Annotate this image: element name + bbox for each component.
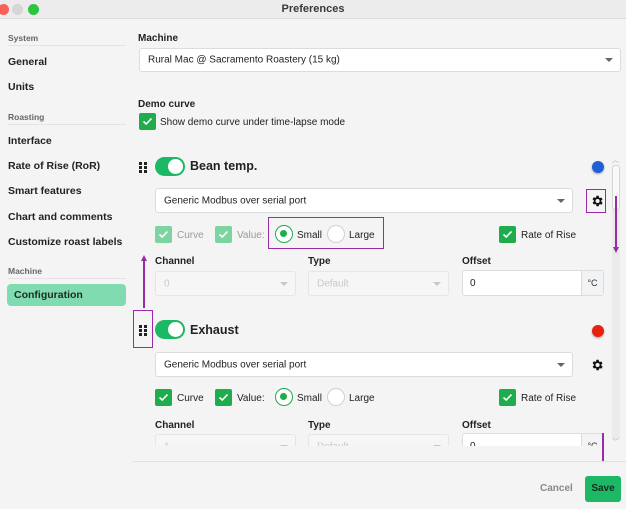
- curve-label: Curve: [177, 230, 204, 241]
- exhaust-size-large-radio[interactable]: [327, 388, 345, 406]
- bean-temp-value-checkbox[interactable]: [215, 226, 232, 243]
- bean-temp-toggle[interactable]: [155, 157, 185, 176]
- value-label: Value:: [237, 230, 265, 241]
- annotation-arrowhead: [613, 247, 619, 253]
- type-label: Type: [308, 256, 331, 267]
- channel-label: Channel: [155, 256, 195, 267]
- chevron-down-icon: [605, 58, 613, 62]
- source-select-value: Generic Modbus over serial port: [164, 359, 307, 370]
- bean-temp-type-select[interactable]: Default: [308, 271, 449, 296]
- exhaust-value-checkbox[interactable]: [215, 389, 232, 406]
- sidebar: System General Units Roasting Interface …: [0, 20, 133, 509]
- machine-select-value: Rural Mac @ Sacramento Roastery (15 kg): [148, 54, 340, 66]
- sidebar-item-customize-roast-labels[interactable]: Customize roast labels: [8, 236, 122, 248]
- sidebar-section-roasting: Roasting: [8, 112, 45, 122]
- cancel-button[interactable]: Cancel: [540, 483, 573, 494]
- offset-label: Offset: [462, 256, 491, 267]
- sensor-title: Bean temp.: [190, 159, 258, 173]
- offset-unit: °C: [581, 271, 603, 295]
- annotation-arrowhead: [141, 255, 147, 261]
- bean-temp-curve-checkbox[interactable]: [155, 226, 172, 243]
- divider: [7, 45, 126, 46]
- check-icon: [158, 393, 169, 402]
- gear-icon[interactable]: [590, 358, 604, 372]
- chevron-down-icon: [557, 362, 565, 367]
- scroll-clip: [133, 446, 608, 461]
- value-label: Value:: [237, 393, 265, 404]
- scroll-down-icon[interactable]: ﹀: [612, 437, 619, 447]
- offset-label: Offset: [462, 420, 491, 431]
- source-select-value: Generic Modbus over serial port: [164, 195, 307, 206]
- exhaust-source-select[interactable]: Generic Modbus over serial port: [155, 352, 573, 377]
- demo-curve-checkbox[interactable]: [139, 113, 156, 130]
- title-bar: Preferences: [0, 0, 626, 19]
- bean-temp-rate-of-rise-checkbox[interactable]: [499, 226, 516, 243]
- sidebar-item-chart-and-comments[interactable]: Chart and comments: [8, 211, 112, 223]
- drag-handle-icon[interactable]: [139, 162, 147, 173]
- check-icon: [158, 230, 169, 239]
- check-icon: [502, 393, 513, 402]
- sidebar-section-machine: Machine: [8, 266, 43, 276]
- scroll-up-icon[interactable]: ︿: [612, 155, 619, 165]
- demo-curve-label: Demo curve: [138, 99, 196, 110]
- curve-label: Curve: [177, 393, 204, 404]
- exhaust-size-small-radio[interactable]: [275, 388, 293, 406]
- annotation-box-drag-handle: [133, 310, 153, 348]
- sensor-title: Exhaust: [190, 323, 239, 337]
- annotation-arrow: [143, 260, 145, 308]
- sidebar-item-configuration[interactable]: Configuration: [7, 284, 126, 306]
- channel-label: Channel: [155, 420, 195, 431]
- machine-label: Machine: [138, 33, 179, 44]
- sidebar-item-label: Configuration: [14, 289, 83, 301]
- type-value: Default: [317, 278, 349, 289]
- rate-of-rise-label: Rate of Rise: [521, 230, 577, 241]
- chevron-down-icon: [433, 281, 441, 286]
- check-icon: [218, 230, 229, 239]
- bean-temp-offset-input[interactable]: 0 °C: [462, 270, 604, 296]
- sidebar-item-general[interactable]: General: [8, 56, 47, 68]
- sidebar-item-units[interactable]: Units: [8, 81, 34, 93]
- large-label: Large: [349, 393, 375, 404]
- dialog-footer: Cancel Save: [133, 461, 626, 509]
- exhaust-rate-of-rise-checkbox[interactable]: [499, 389, 516, 406]
- bean-temp-channel-select[interactable]: 0: [155, 271, 296, 296]
- small-label: Small: [297, 393, 323, 404]
- annotation-arrow: [615, 196, 617, 248]
- machine-select[interactable]: Rural Mac @ Sacramento Roastery (15 kg): [139, 48, 621, 72]
- divider: [7, 124, 126, 125]
- check-icon: [502, 230, 513, 239]
- sidebar-item-interface[interactable]: Interface: [8, 135, 52, 147]
- check-icon: [218, 393, 229, 402]
- rate-of-rise-label: Rate of Rise: [521, 393, 577, 404]
- check-icon: [142, 117, 153, 126]
- divider: [7, 278, 126, 279]
- type-label: Type: [308, 420, 331, 431]
- exhaust-curve-checkbox[interactable]: [155, 389, 172, 406]
- offset-value: 0: [470, 278, 476, 289]
- exhaust-toggle[interactable]: [155, 320, 185, 339]
- sidebar-item-rate-of-rise[interactable]: Rate of Rise (RoR): [8, 160, 100, 172]
- window-title: Preferences: [281, 3, 345, 15]
- exhaust-color-swatch[interactable]: [592, 325, 604, 337]
- chevron-down-icon: [557, 198, 565, 203]
- annotation-box-gear: [586, 189, 606, 213]
- demo-curve-checkbox-label: Show demo curve under time-lapse mode: [160, 117, 346, 128]
- sidebar-section-system: System: [8, 33, 39, 43]
- chevron-down-icon: [280, 281, 288, 286]
- bean-temp-color-swatch[interactable]: [592, 161, 604, 173]
- sidebar-item-smart-features[interactable]: Smart features: [8, 185, 82, 197]
- annotation-box-size-radios: [268, 217, 384, 249]
- bean-temp-source-select[interactable]: Generic Modbus over serial port: [155, 188, 573, 213]
- channel-value: 0: [164, 278, 170, 289]
- save-button[interactable]: Save: [585, 476, 621, 502]
